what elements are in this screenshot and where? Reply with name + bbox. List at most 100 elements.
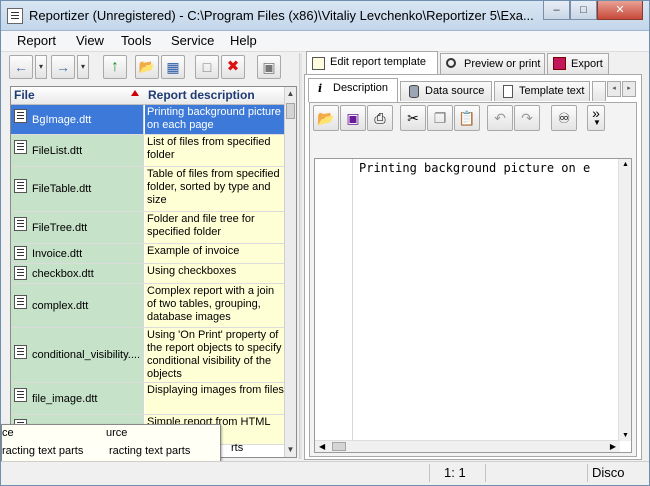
redo-button[interactable]: ↷ bbox=[514, 105, 540, 131]
up-folder-button[interactable]: ↑ bbox=[103, 55, 127, 79]
description-editor[interactable]: Printing background picture on e ▲ ▼ ◀ ▶ bbox=[314, 158, 632, 453]
list-item[interactable]: Invoice.dtt Example of invoice bbox=[11, 244, 286, 264]
paste-button[interactable]: 📋 bbox=[454, 105, 480, 131]
tab-preview-or-print[interactable]: Preview or print bbox=[440, 53, 545, 74]
editor-vertical-scrollbar[interactable]: ▲ ▼ bbox=[618, 159, 631, 441]
list-item[interactable]: FileList.dtt List of files from specified… bbox=[11, 135, 286, 167]
template-panel: Edit report template Preview or print Ex… bbox=[304, 51, 642, 461]
file-cell[interactable]: FileTable.dtt bbox=[11, 167, 144, 211]
open-button[interactable]: 📂 bbox=[135, 55, 159, 79]
open-file-button[interactable]: 📂 bbox=[313, 105, 339, 131]
scroll-down-arrow-icon[interactable]: ▼ bbox=[622, 432, 629, 439]
menu-view[interactable]: View bbox=[76, 33, 104, 48]
tab-data-source[interactable]: Data source bbox=[400, 81, 492, 101]
forward-button[interactable]: → bbox=[51, 55, 75, 79]
app-icon bbox=[7, 8, 23, 24]
cut-button[interactable]: ✂ bbox=[400, 105, 426, 131]
new-report-button[interactable]: □ bbox=[195, 55, 219, 79]
list-item[interactable]: checkbox.dtt Using checkboxes bbox=[11, 264, 286, 284]
description-cell[interactable]: Using checkboxes bbox=[145, 264, 286, 283]
list-vertical-scrollbar[interactable]: ▲ ▼ bbox=[284, 87, 296, 457]
menu-tools[interactable]: Tools bbox=[121, 33, 151, 48]
column-header-description[interactable]: Report description bbox=[148, 88, 255, 102]
description-cell[interactable]: Displaying images from files bbox=[145, 383, 286, 414]
list-item[interactable]: file_image.dtt Displaying images from fil… bbox=[11, 383, 286, 415]
tab-description[interactable]: i Description bbox=[308, 78, 398, 102]
list-scroll-thumb[interactable] bbox=[286, 103, 295, 119]
file-cell[interactable]: FileList.dtt bbox=[11, 135, 144, 166]
description-cell[interactable]: Table of files from specified folder, so… bbox=[145, 167, 286, 211]
view-table-button[interactable]: ▦ bbox=[161, 55, 185, 79]
menu-service[interactable]: Service bbox=[171, 33, 214, 48]
back-history-dropdown[interactable]: ▾ bbox=[35, 55, 47, 79]
scissors-icon: ✂ bbox=[407, 110, 419, 126]
tab-scroll-left-icon[interactable]: ◂ bbox=[607, 81, 621, 97]
undo-button[interactable]: ↶ bbox=[487, 105, 513, 131]
file-cell[interactable]: checkbox.dtt bbox=[11, 264, 144, 283]
editor-hscroll-thumb[interactable] bbox=[332, 442, 346, 451]
copy-button[interactable]: ❐ bbox=[427, 105, 453, 131]
file-cell[interactable]: conditional_visibility.... bbox=[11, 328, 144, 382]
description-cell[interactable]: List of files from specified folder bbox=[145, 135, 286, 166]
file-cell[interactable]: FileTree.dtt bbox=[11, 212, 144, 243]
magnifier-icon bbox=[446, 58, 456, 68]
title-bar[interactable]: Reportizer (Unregistered) - C:\Program F… bbox=[1, 1, 649, 31]
save-button[interactable]: ▣ bbox=[257, 55, 281, 79]
tab-edit-report-template[interactable]: Edit report template bbox=[306, 51, 438, 75]
info-icon: i bbox=[318, 82, 323, 95]
tab-template-text[interactable]: Template text bbox=[494, 81, 590, 101]
more-tools-button[interactable]: » ▼ bbox=[587, 105, 605, 131]
save-file-button[interactable]: ▣ bbox=[340, 105, 366, 131]
floppy-disk-icon: ▣ bbox=[346, 110, 360, 126]
back-button[interactable]: ← bbox=[9, 55, 33, 79]
forward-history-dropdown[interactable]: ▾ bbox=[77, 55, 89, 79]
description-cell[interactable]: Using 'On Print' property of the report … bbox=[145, 328, 286, 382]
description-cell[interactable]: Complex report with a join of two tables… bbox=[145, 284, 286, 327]
maximize-button[interactable]: □ bbox=[570, 1, 597, 20]
report-file-icon bbox=[14, 388, 27, 402]
column-header-file[interactable]: File bbox=[14, 88, 35, 102]
file-name: FileList.dtt bbox=[32, 144, 83, 157]
file-cell[interactable]: BgImage.dtt bbox=[11, 105, 144, 134]
description-cell[interactable]: Example of invoice bbox=[145, 244, 286, 263]
file-cell[interactable]: Invoice.dtt bbox=[11, 244, 144, 263]
minimize-button[interactable]: – bbox=[543, 1, 570, 20]
editor-content[interactable]: Printing background picture on e bbox=[359, 161, 590, 175]
list-header: File Report description bbox=[11, 87, 286, 105]
scroll-up-arrow-icon[interactable]: ▲ bbox=[622, 161, 629, 168]
list-item[interactable]: FileTree.dtt Folder and file tree for spe… bbox=[11, 212, 286, 244]
scroll-up-arrow-icon[interactable]: ▲ bbox=[285, 87, 296, 101]
editor-horizontal-scrollbar[interactable]: ◀ ▶ bbox=[315, 440, 620, 452]
list-item[interactable]: conditional_visibility.... Using 'On Prin… bbox=[11, 328, 286, 383]
scroll-left-arrow-icon[interactable]: ◀ bbox=[319, 442, 325, 451]
report-file-icon bbox=[14, 178, 27, 193]
file-cell[interactable]: complex.dtt bbox=[11, 284, 144, 327]
list-item[interactable]: complex.dtt Complex report with a join of… bbox=[11, 284, 286, 328]
scroll-right-arrow-icon[interactable]: ▶ bbox=[610, 442, 616, 451]
tab-scroll-right-icon[interactable]: ▸ bbox=[622, 81, 636, 97]
database-icon bbox=[409, 85, 419, 98]
tab-overflow[interactable] bbox=[592, 81, 606, 101]
find-button[interactable]: ♾ bbox=[551, 105, 577, 131]
file-name: FileTable.dtt bbox=[32, 183, 92, 195]
tooltip-text: racting text parts bbox=[109, 445, 191, 457]
tab-export[interactable]: Export bbox=[547, 53, 609, 74]
description-cell[interactable]: Folder and file tree for specified folde… bbox=[145, 212, 286, 243]
app-window: Reportizer (Unregistered) - C:\Program F… bbox=[0, 0, 650, 486]
sort-ascending-icon bbox=[131, 90, 139, 96]
menu-report[interactable]: Report bbox=[17, 33, 56, 48]
floppy-disk-icon: ▣ bbox=[262, 59, 276, 75]
list-item[interactable]: BgImage.dtt Printing background picture o… bbox=[11, 105, 286, 135]
list-item[interactable]: FileTable.dtt Table of files from specifi… bbox=[11, 167, 286, 212]
delete-button[interactable]: ✖ bbox=[221, 55, 245, 79]
print-button[interactable]: ⎙ bbox=[367, 105, 393, 131]
tooltip-text: ce bbox=[2, 427, 14, 439]
report-file-list[interactable]: File Report description BgImage.dtt Print… bbox=[10, 86, 297, 458]
tab-label: Description bbox=[333, 82, 389, 94]
panel-splitter[interactable] bbox=[299, 53, 302, 459]
menu-help[interactable]: Help bbox=[230, 33, 257, 48]
file-cell[interactable]: file_image.dtt bbox=[11, 383, 144, 414]
scroll-down-arrow-icon[interactable]: ▼ bbox=[285, 443, 296, 457]
close-button[interactable]: ✕ bbox=[597, 1, 643, 20]
description-cell[interactable]: Printing background picture on each page bbox=[145, 105, 286, 134]
